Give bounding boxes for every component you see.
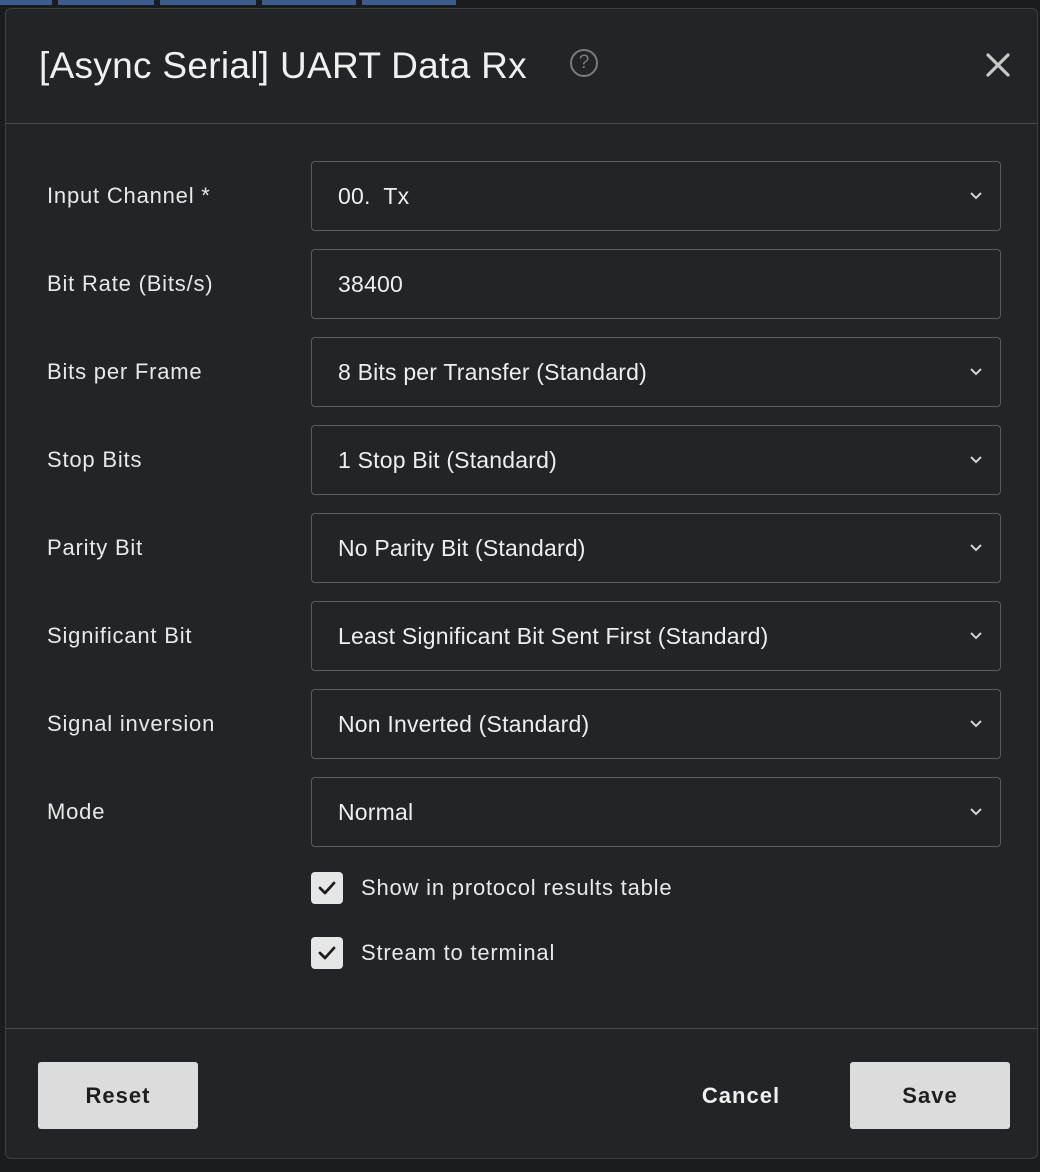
significant-bit-select[interactable]: Least Significant Bit Sent First (Standa… (311, 601, 1001, 671)
checkmark-icon (318, 881, 336, 895)
stream-to-terminal-checkbox[interactable] (311, 937, 343, 969)
chevron-down-icon (970, 720, 982, 728)
stop-bits-select[interactable]: 1 Stop Bit (Standard) (311, 425, 1001, 495)
uart-settings-dialog: [Async Serial] UART Data Rx ? Input Chan… (5, 8, 1038, 1159)
dialog-footer: Reset Cancel Save (6, 1029, 1037, 1159)
reset-button[interactable]: Reset (38, 1062, 198, 1129)
mode-label: Mode (47, 799, 106, 824)
signal-inversion-value: Non Inverted (Standard) (338, 711, 590, 737)
bits-per-frame-label: Bits per Frame (47, 359, 203, 384)
show-in-results-table-label: Show in protocol results table (361, 875, 673, 900)
background-tab (160, 0, 256, 5)
mode-value: Normal (338, 799, 414, 825)
input-channel-row: Input Channel * 00. Tx (6, 161, 1037, 231)
mode-select[interactable]: Normal (311, 777, 1001, 847)
chevron-down-icon (970, 192, 982, 200)
bits-per-frame-row: Bits per Frame 8 Bits per Transfer (Stan… (6, 337, 1037, 407)
dialog-body: Input Channel * 00. Tx Bit Rate (Bits/s)… (6, 124, 1037, 1029)
stop-bits-label: Stop Bits (47, 447, 143, 472)
help-circle-icon[interactable]: ? (570, 49, 598, 77)
stop-bits-row: Stop Bits 1 Stop Bit (Standard) (6, 425, 1037, 495)
bit-rate-input[interactable]: 38400 (311, 249, 1001, 319)
signal-inversion-select[interactable]: Non Inverted (Standard) (311, 689, 1001, 759)
dialog-header: [Async Serial] UART Data Rx ? (6, 9, 1037, 124)
chevron-down-icon (970, 632, 982, 640)
signal-inversion-row: Signal inversion Non Inverted (Standard) (6, 689, 1037, 759)
input-channel-select[interactable]: 00. Tx (311, 161, 1001, 231)
background-tab (262, 0, 356, 5)
signal-inversion-label: Signal inversion (47, 711, 216, 736)
save-button[interactable]: Save (850, 1062, 1010, 1129)
mode-row: Mode Normal (6, 777, 1037, 847)
chevron-down-icon (970, 368, 982, 376)
significant-bit-row: Significant Bit Least Significant Bit Se… (6, 601, 1037, 671)
parity-bit-select[interactable]: No Parity Bit (Standard) (311, 513, 1001, 583)
background-tab (58, 0, 154, 5)
stream-to-terminal-label: Stream to terminal (361, 940, 556, 965)
parity-bit-label: Parity Bit (47, 535, 144, 560)
bits-per-frame-select[interactable]: 8 Bits per Transfer (Standard) (311, 337, 1001, 407)
background-tab (0, 0, 52, 5)
cancel-button[interactable]: Cancel (676, 1062, 806, 1129)
dialog-title: [Async Serial] UART Data Rx (39, 45, 527, 86)
significant-bit-label: Significant Bit (47, 623, 193, 648)
input-channel-label: Input Channel * (47, 183, 211, 208)
bit-rate-label: Bit Rate (Bits/s) (47, 271, 214, 296)
show-in-results-table-checkbox[interactable] (311, 872, 343, 904)
chevron-down-icon (970, 808, 982, 816)
bits-per-frame-value: 8 Bits per Transfer (Standard) (338, 359, 647, 385)
checkmark-icon (318, 946, 336, 960)
chevron-down-icon (970, 456, 982, 464)
parity-bit-row: Parity Bit No Parity Bit (Standard) (6, 513, 1037, 583)
input-channel-value: 00. Tx (338, 183, 410, 209)
bit-rate-value: 38400 (338, 271, 403, 297)
chevron-down-icon (970, 544, 982, 552)
significant-bit-value: Least Significant Bit Sent First (Standa… (338, 623, 769, 649)
background-tab (362, 0, 456, 5)
parity-bit-value: No Parity Bit (Standard) (338, 535, 586, 561)
stop-bits-value: 1 Stop Bit (Standard) (338, 447, 557, 473)
close-icon[interactable] (982, 49, 1014, 81)
bit-rate-row: Bit Rate (Bits/s) 38400 (6, 249, 1037, 319)
